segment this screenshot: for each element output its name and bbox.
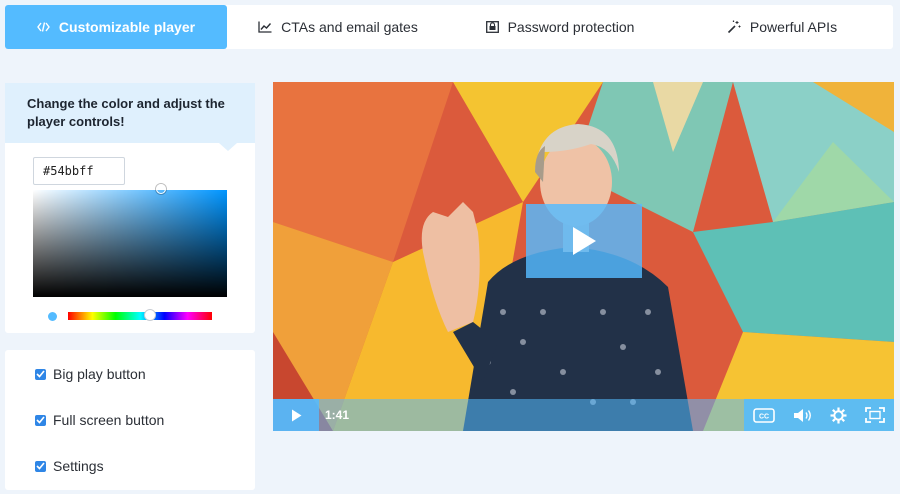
player-control-bar: 1:41 CC: [273, 399, 894, 431]
checkbox-checked-icon[interactable]: [35, 460, 46, 472]
volume-icon: [793, 408, 811, 422]
tab-label: Password protection: [507, 19, 635, 35]
player-controls-options: Big play button Full screen button Setti…: [5, 350, 255, 490]
svg-text:CC: CC: [759, 413, 769, 420]
option-label: Big play button: [53, 366, 146, 382]
tab-password-protection[interactable]: Password protection: [449, 5, 671, 49]
tab-label: Customizable player: [58, 19, 196, 35]
current-color-swatch: [48, 312, 57, 321]
tab-powerful-apis[interactable]: Powerful APIs: [671, 5, 893, 49]
tab-label: Powerful APIs: [749, 19, 838, 35]
closed-captions-icon: CC: [753, 407, 775, 423]
tab-customizable-player[interactable]: Customizable player: [5, 5, 227, 49]
chart-line-icon: [258, 21, 272, 33]
play-icon: [291, 409, 301, 421]
option-label: Full screen button: [53, 412, 165, 428]
tab-label: CTAs and email gates: [281, 19, 418, 35]
feature-tabs: Customizable player CTAs and email gates…: [5, 5, 893, 49]
option-settings[interactable]: Settings: [35, 458, 104, 474]
settings-button[interactable]: [830, 407, 847, 424]
hex-color-input[interactable]: #54bbff: [33, 157, 125, 185]
option-label: Settings: [53, 458, 104, 474]
volume-button[interactable]: [793, 408, 813, 423]
code-icon: [37, 22, 50, 32]
saturation-brightness-picker[interactable]: [33, 184, 227, 297]
tab-ctas-email-gates[interactable]: CTAs and email gates: [227, 5, 449, 49]
color-customization-panel: Change the color and adjust the player c…: [5, 83, 255, 333]
hue-slider[interactable]: [68, 309, 212, 321]
big-play-button[interactable]: [526, 204, 642, 278]
video-player[interactable]: 1:41 CC: [273, 82, 894, 431]
checkbox-checked-icon[interactable]: [35, 368, 46, 380]
color-picker-handle[interactable]: [156, 184, 166, 194]
control-play-button[interactable]: [273, 399, 319, 431]
color-panel-heading: Change the color and adjust the player c…: [5, 83, 255, 151]
play-icon: [573, 227, 596, 255]
option-full-screen-button[interactable]: Full screen button: [35, 412, 164, 428]
player-right-controls: CC: [744, 399, 894, 431]
settings-gear-icon: [830, 407, 847, 423]
lock-screen-icon: [485, 21, 499, 33]
hue-slider-handle[interactable]: [144, 309, 156, 321]
fullscreen-button[interactable]: [865, 407, 886, 423]
option-big-play-button[interactable]: Big play button: [35, 366, 146, 382]
fullscreen-icon: [865, 407, 886, 423]
magic-wand-icon: [727, 20, 741, 34]
checkbox-checked-icon[interactable]: [35, 414, 46, 426]
playback-time: 1:41: [325, 408, 350, 422]
closed-captions-button[interactable]: CC: [753, 407, 775, 423]
